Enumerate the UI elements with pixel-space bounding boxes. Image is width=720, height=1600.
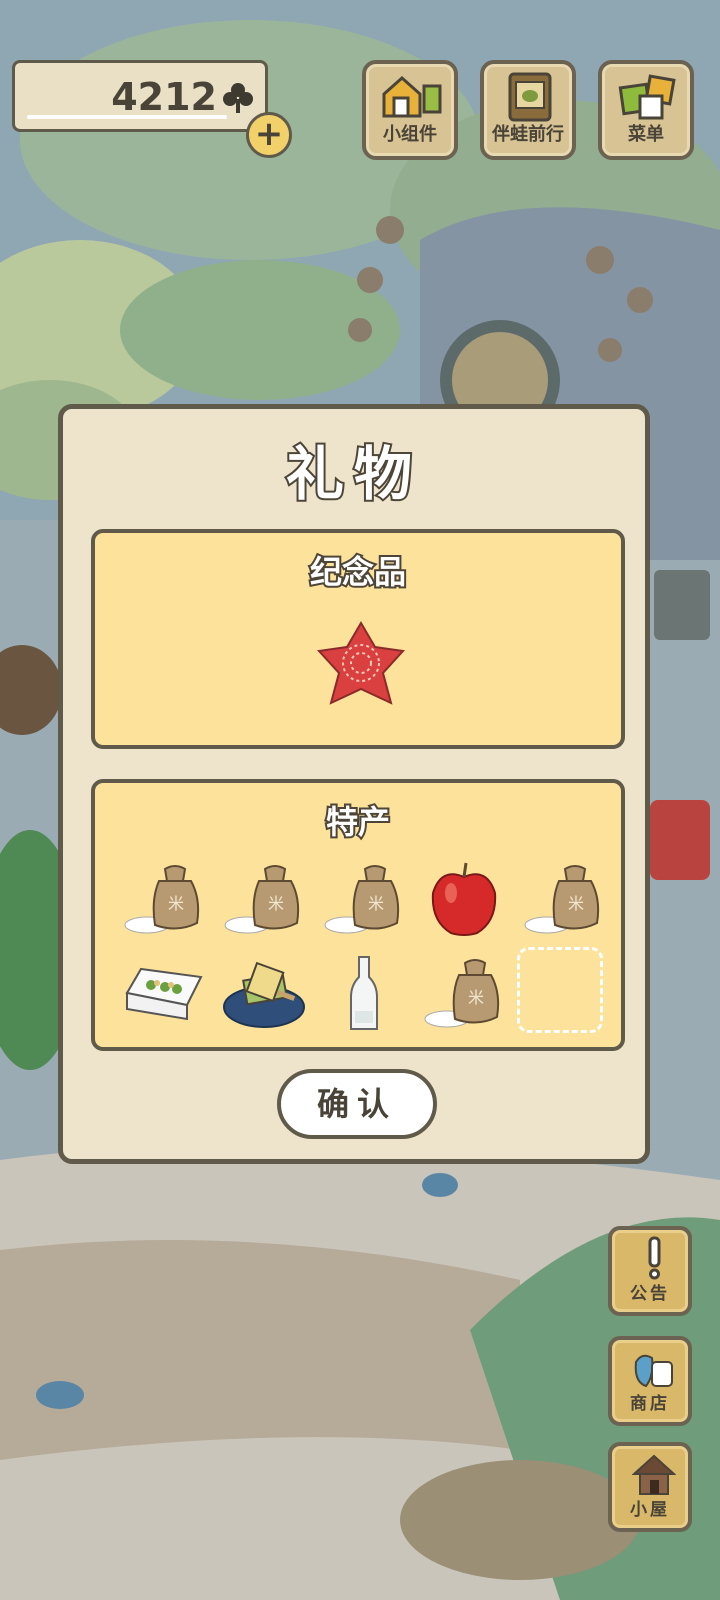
rice-bag-icon[interactable]: 米 [221, 859, 307, 939]
notice-label: 公告 [630, 1284, 670, 1304]
svg-text:米: 米 [368, 894, 384, 913]
shop-button[interactable]: 商店 [608, 1336, 692, 1426]
travel-with-frog-label: 伴蛙前行 [492, 124, 564, 145]
shop-bag-icon [632, 1346, 676, 1390]
souvenir-title: 纪念品 [308, 551, 408, 593]
rice-bag-icon[interactable]: 米 [521, 859, 607, 939]
house-icon [631, 1452, 677, 1496]
rice-bag-icon[interactable]: 米 [421, 953, 507, 1033]
menu-icon [616, 72, 680, 122]
travel-with-frog-button[interactable]: 伴蛙前行 [480, 60, 576, 160]
red-furoshiki-icon[interactable] [313, 617, 409, 713]
specialty-title: 特产 [324, 801, 392, 843]
svg-text:米: 米 [568, 894, 584, 913]
rice-bag-icon[interactable]: 米 [121, 859, 207, 939]
menu-label: 菜单 [628, 124, 664, 145]
clover-counter: 4212 [12, 60, 268, 132]
exclamation-icon [632, 1236, 676, 1280]
rice-bag-icon[interactable]: 米 [321, 859, 407, 939]
confirm-button[interactable]: 确认 [277, 1069, 437, 1139]
souvenir-section: 纪念品 [91, 529, 625, 749]
notice-button[interactable]: 公告 [608, 1226, 692, 1316]
clover-underline [27, 115, 227, 119]
shop-label: 商店 [630, 1394, 670, 1414]
svg-text:米: 米 [168, 894, 184, 913]
glass-bottle-icon[interactable] [321, 953, 407, 1033]
menu-button[interactable]: 菜单 [598, 60, 694, 160]
house-label: 小屋 [630, 1500, 670, 1520]
popsicle-plate-icon[interactable] [221, 953, 307, 1033]
widget-button[interactable]: 小组件 [362, 60, 458, 160]
dialog-title: 礼物 [284, 438, 422, 510]
gift-dialog: 礼物 纪念品 特产 米 米 米 米 米 确认 [58, 404, 650, 1164]
bento-box-icon[interactable] [121, 953, 207, 1033]
clover-amount: 4212 [111, 75, 217, 119]
buy-clover-button[interactable]: + [246, 112, 292, 158]
widget-label: 小组件 [383, 124, 437, 145]
clover-icon [221, 81, 255, 115]
svg-text:米: 米 [468, 988, 484, 1007]
specialty-section: 特产 米 米 米 米 米 [91, 779, 625, 1051]
svg-text:米: 米 [268, 894, 284, 913]
apple-icon[interactable] [421, 859, 507, 939]
empty-slot[interactable] [517, 947, 603, 1033]
widget-icon [380, 72, 444, 122]
house-button[interactable]: 小屋 [608, 1442, 692, 1532]
album-icon [498, 72, 562, 122]
